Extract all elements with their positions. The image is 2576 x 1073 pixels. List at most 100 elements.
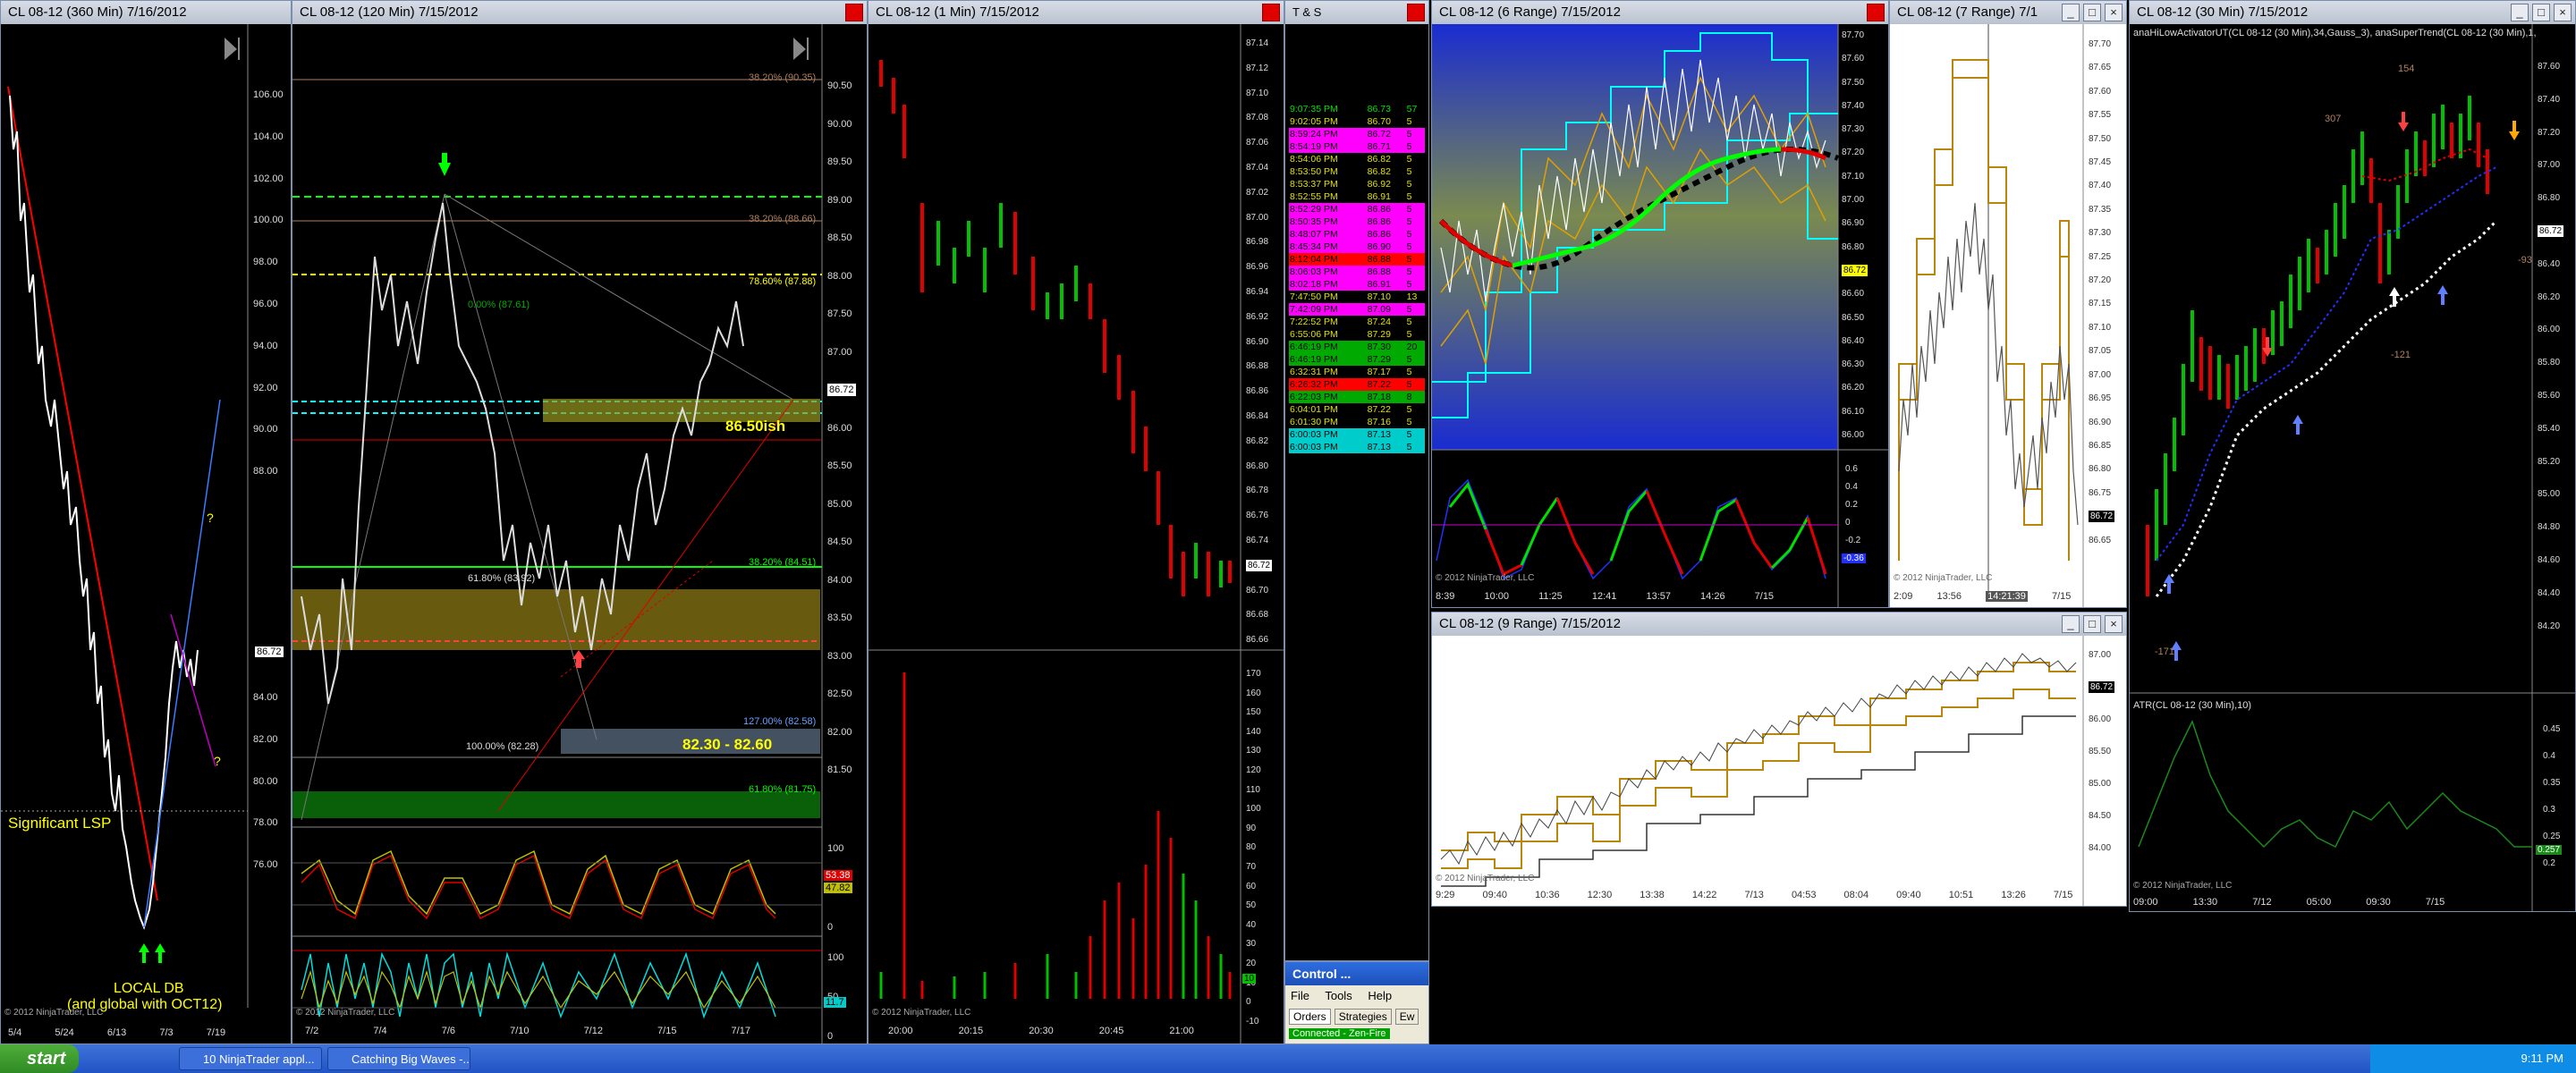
window-title: CL 08-12 (120 Min) 7/15/2012 [300, 4, 479, 20]
chart-1min[interactable] [869, 24, 1284, 1044]
bid-size: 3 [1411, 63, 1420, 78]
close-button[interactable] [1867, 4, 1885, 21]
tns-price: 86.82 [1366, 153, 1406, 165]
fib-label: 127.00% (82.58) [743, 716, 817, 727]
atr-title: ATR(CL 08-12 (30 Min),10) [2133, 700, 2252, 711]
window-title-bar[interactable]: CL 08-12 (120 Min) 7/15/2012 [292, 1, 867, 24]
copyright: © 2012 NinjaTrader, LLC [1894, 573, 1993, 583]
control-center-window[interactable]: Control ... File Tools Help Orders Strat… [1284, 961, 1429, 1044]
taskbar-item-ninjatrader[interactable]: 10 NinjaTrader appl... [179, 1047, 322, 1070]
window-title-bar[interactable]: CL 08-12 (9 Range) 7/15/2012 _ □ × [1432, 613, 2126, 636]
window-title-bar[interactable]: CL 08-12 (1 Min) 7/15/2012 [869, 1, 1284, 24]
window-title: Control ... [1292, 967, 1352, 981]
volume-value: 10 [1242, 974, 1257, 984]
tns-price: 86.72 [1366, 128, 1406, 140]
tns-row: 8:02:18 PM 86.91 5 [1289, 278, 1425, 291]
minimize-button[interactable]: _ [2511, 4, 2529, 21]
chart-window-1min[interactable]: CL 08-12 (1 Min) 7/15/2012 87.14 87.12 8… [868, 0, 1284, 1044]
tns-time: 6:26:32 PM [1289, 378, 1367, 391]
window-title-bar[interactable]: CL 08-12 (6 Range) 7/15/2012 [1432, 1, 1888, 24]
copyright: © 2012 NinjaTrader, LLC [296, 1008, 395, 1018]
fib-label: 38.20% (90.35) [749, 72, 817, 83]
window-title: CL 08-12 (360 Min) 7/16/2012 [8, 4, 187, 20]
fib-label: 38.20% (84.51) [749, 557, 817, 568]
close-button[interactable] [1262, 4, 1280, 21]
tns-row: 6:46:19 PM 87.29 5 [1289, 353, 1425, 366]
maximize-button[interactable]: □ [2083, 615, 2101, 633]
tns-price: 86.86 [1366, 228, 1406, 241]
menu-tools[interactable]: Tools [1325, 989, 1352, 1002]
maximize-button[interactable]: □ [2532, 4, 2550, 21]
time-axis: 9:29 09:40 10:36 12:30 13:38 14:22 7/13 … [1436, 890, 2073, 900]
bid-label: Bid [1290, 63, 1311, 78]
tns-price: 86.82 [1366, 165, 1406, 178]
tns-row: 6:01:30 PM 87.16 5 [1289, 416, 1425, 428]
tns-size: 5 [1405, 378, 1425, 391]
window-title: CL 08-12 (6 Range) 7/15/2012 [1439, 4, 1621, 20]
chart-window-360min[interactable]: CL 08-12 (360 Min) 7/16/2012 106.00 104.0… [0, 0, 292, 1044]
tns-size: 5 [1405, 140, 1425, 153]
close-button[interactable] [1407, 4, 1425, 21]
chart-30min[interactable] [2130, 24, 2576, 912]
taskbar-item-browser[interactable]: Catching Big Waves -... [327, 1047, 470, 1070]
chart-window-7range[interactable]: CL 08-12 (7 Range) 7/1 _ □ × 87.70 87.65 87.… [1889, 0, 2127, 608]
chart-window-6range[interactable]: CL 08-12 (6 Range) 7/15/2012 87.70 87.60 8… [1431, 0, 1889, 608]
taskbar: start 10 NinjaTrader appl... Catching Bi… [0, 1044, 2576, 1073]
chart-label: 307 [2325, 114, 2342, 124]
tns-time: 8:52:29 PM [1289, 203, 1367, 215]
close-button[interactable]: × [2554, 4, 2572, 21]
tns-trades-table[interactable]: 9:07:35 PM 86.73 57 9:02:05 PM 86.70 5 8:59:24… [1289, 103, 1425, 453]
chart-9range[interactable] [1432, 636, 2127, 907]
tab-strategies[interactable]: Strategies [1334, 1009, 1392, 1025]
chart-120min[interactable] [292, 24, 868, 1044]
tns-size: 57 [1405, 103, 1425, 115]
tns-row: 8:50:35 PM 86.86 5 [1289, 215, 1425, 228]
minimize-button[interactable]: _ [2062, 4, 2080, 21]
tns-time: 8:06:03 PM [1289, 266, 1367, 278]
close-button[interactable] [845, 4, 863, 21]
price-axis: 87.70 87.65 87.60 87.55 87.50 87.45 87.40 87.35… [2089, 39, 2115, 545]
ask-label: Ask [1290, 45, 1314, 60]
time-and-sales-window[interactable]: T & S CL 08-12 Ask 86.72 2 Bid 86.71 3 Volum… [1284, 0, 1429, 961]
window-title-bar[interactable]: CL 08-12 (7 Range) 7/1 _ □ × [1890, 1, 2126, 24]
window-title-bar[interactable]: T & S [1285, 1, 1428, 24]
close-button[interactable]: × [2105, 615, 2123, 633]
tns-price: 86.92 [1366, 178, 1406, 190]
minimize-button[interactable]: _ [2062, 615, 2080, 633]
ask-price: 86.72 [1359, 45, 1395, 60]
price-axis: 87.60 87.40 87.20 87.00 86.80 86.72 86.40 86.20… [2538, 62, 2564, 631]
tns-time: 9:07:35 PM [1289, 103, 1367, 115]
connection-status: Connected - Zen-Fire [1289, 1028, 1390, 1039]
tns-size: 5 [1405, 416, 1425, 428]
tns-size: 5 [1405, 428, 1425, 441]
tns-price: 87.24 [1366, 316, 1406, 328]
tns-price: 87.10 [1366, 291, 1406, 303]
chart-window-30min[interactable]: CL 08-12 (30 Min) 7/15/2012 _ □ × anaHiLow… [2129, 0, 2576, 912]
tab-ew[interactable]: Ew [1394, 1009, 1419, 1025]
maximize-button[interactable]: □ [2083, 4, 2101, 21]
tns-time: 6:22:03 PM [1289, 391, 1367, 403]
chart-window-120min[interactable]: CL 08-12 (120 Min) 7/15/2012 38.20% (90.… [292, 0, 868, 1044]
tns-time: 8:52:55 PM [1289, 190, 1367, 203]
start-button[interactable]: start [0, 1044, 79, 1073]
price-axis: 87.00 86.72 86.00 85.50 85.00 84.50 84.00 [2089, 650, 2115, 853]
menu-file[interactable]: File [1291, 989, 1309, 1002]
chart-360min[interactable] [1, 24, 292, 1044]
window-title: CL 08-12 (30 Min) 7/15/2012 [2137, 4, 2309, 20]
window-title-bar[interactable]: CL 08-12 (360 Min) 7/16/2012 [1, 1, 291, 24]
tns-time: 6:01:30 PM [1289, 416, 1367, 428]
tab-orders[interactable]: Orders [1289, 1009, 1331, 1025]
chart-6range[interactable] [1432, 24, 1889, 608]
tns-price: 86.91 [1366, 190, 1406, 203]
menu-help[interactable]: Help [1368, 989, 1392, 1002]
close-button[interactable]: × [2105, 4, 2123, 21]
tns-row: 8:53:37 PM 86.92 5 [1289, 178, 1425, 190]
fib-label: 0.00% (87.61) [468, 300, 530, 310]
chart-window-9range[interactable]: CL 08-12 (9 Range) 7/15/2012 _ □ × 87.00 86… [1431, 612, 2127, 907]
window-title-bar[interactable]: CL 08-12 (30 Min) 7/15/2012 _ □ × [2130, 1, 2575, 24]
tns-row: 7:42:09 PM 87.09 5 [1289, 303, 1425, 316]
tns-row: 7:47:50 PM 87.10 13 [1289, 291, 1425, 303]
system-tray: 9:11 PM [2370, 1044, 2576, 1073]
tns-row: 8:06:03 PM 86.88 5 [1289, 266, 1425, 278]
window-title-bar[interactable]: Control ... [1285, 962, 1428, 985]
